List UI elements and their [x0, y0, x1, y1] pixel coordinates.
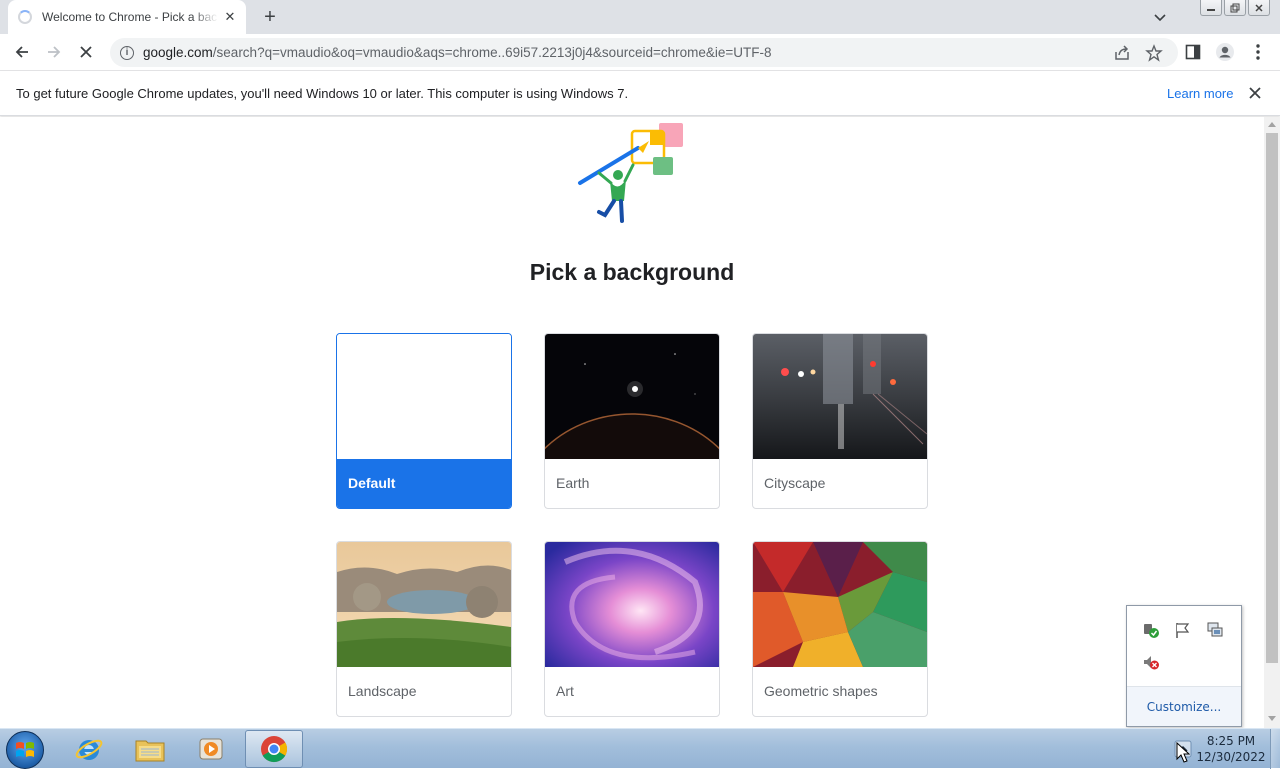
volume-muted-icon[interactable]: [1142, 653, 1160, 671]
tile-label: Default: [337, 459, 511, 508]
scroll-down-arrow-icon[interactable]: [1268, 716, 1276, 721]
background-tile-cityscape[interactable]: Cityscape: [752, 333, 928, 509]
scroll-up-arrow-icon[interactable]: [1268, 122, 1276, 127]
tab-strip: Welcome to Chrome - Pick a background ✕ …: [0, 0, 1280, 34]
infobar-close-icon[interactable]: [1246, 84, 1264, 102]
avatar-icon: [1216, 43, 1234, 61]
bookmark-star-icon[interactable]: [1145, 44, 1163, 62]
url-path: /search?q=vmaudio&oq=vmaudio&aqs=chrome.…: [212, 45, 772, 60]
browser-toolbar: i google.com/search?q=vmaudio&oq=vmaudio…: [0, 34, 1280, 71]
infobar-message: To get future Google Chrome updates, you…: [16, 85, 629, 101]
page-title: Pick a background: [529, 259, 735, 285]
earth-thumbnail: [545, 334, 719, 459]
taskbar-internet-explorer[interactable]: [60, 730, 118, 768]
safely-remove-hardware-icon[interactable]: [1142, 621, 1160, 639]
cityscape-thumbnail: [753, 334, 927, 459]
painter-illustration: [578, 123, 683, 223]
taskbar-clock[interactable]: 8:25 PM 12/30/2022: [1196, 733, 1266, 765]
forward-button[interactable]: [42, 40, 66, 64]
url-host: google.com: [143, 45, 213, 60]
window-controls: [1200, 0, 1270, 16]
loading-spinner-icon: [18, 10, 32, 24]
side-panel-button[interactable]: [1183, 42, 1203, 62]
mouse-cursor-icon: [1176, 742, 1190, 763]
tab-title: Welcome to Chrome - Pick a background: [42, 10, 218, 24]
art-thumbnail: [545, 542, 719, 667]
notification-area-overflow: Customize...: [1126, 605, 1242, 727]
page-scrollbar[interactable]: [1264, 117, 1280, 728]
action-center-flag-icon[interactable]: [1174, 621, 1192, 639]
address-bar[interactable]: i google.com/search?q=vmaudio&oq=vmaudio…: [110, 38, 1178, 67]
back-button[interactable]: [10, 40, 34, 64]
start-button[interactable]: [6, 731, 44, 769]
tab-search-chevron-icon[interactable]: [1151, 8, 1169, 26]
tab-close-icon[interactable]: ✕: [222, 9, 238, 25]
windows-taskbar: 8:25 PM 12/30/2022: [0, 728, 1280, 769]
tile-label: Cityscape: [764, 475, 826, 491]
windows-logo-icon: [16, 742, 34, 757]
welcome-page: Pick a background Default Earth Cityscap…: [0, 117, 1264, 728]
tab-welcome[interactable]: Welcome to Chrome - Pick a background ✕: [8, 0, 246, 34]
network-icon[interactable]: [1206, 621, 1224, 639]
tile-label: Art: [556, 683, 574, 699]
menu-button[interactable]: [1248, 42, 1268, 62]
url-text[interactable]: google.com/search?q=vmaudio&oq=vmaudio&a…: [143, 45, 772, 60]
media-player-icon: [199, 738, 223, 760]
background-tile-default[interactable]: Default: [336, 333, 512, 509]
close-icon: [80, 46, 92, 58]
site-info-icon[interactable]: i: [120, 45, 134, 60]
folder-icon: [135, 740, 165, 762]
learn-more-link[interactable]: Learn more: [1167, 86, 1233, 101]
background-tile-geometric-shapes[interactable]: Geometric shapes: [752, 541, 928, 717]
restore-button[interactable]: [1224, 0, 1246, 16]
minimize-button[interactable]: [1200, 0, 1222, 16]
customize-link[interactable]: Customize...: [1147, 700, 1221, 714]
chrome-icon: [261, 736, 288, 763]
new-tab-button[interactable]: +: [258, 6, 282, 28]
profile-button[interactable]: [1215, 42, 1235, 62]
scroll-thumb[interactable]: [1266, 133, 1278, 663]
clock-date: 12/30/2022: [1196, 750, 1266, 764]
tile-label: Earth: [556, 475, 590, 491]
background-tile-earth[interactable]: Earth: [544, 333, 720, 509]
tray-icons-grid: [1127, 606, 1241, 686]
tile-label: Geometric shapes: [764, 683, 878, 699]
tray-footer: Customize...: [1127, 686, 1241, 726]
arrow-right-icon: [48, 46, 61, 58]
background-tile-art[interactable]: Art: [544, 541, 720, 717]
taskbar-windows-explorer[interactable]: [121, 730, 179, 768]
taskbar-google-chrome[interactable]: [245, 730, 303, 768]
share-icon[interactable]: [1113, 44, 1131, 62]
internet-explorer-icon: [75, 739, 103, 760]
show-desktop-button[interactable]: [1270, 729, 1280, 769]
taskbar-media-player[interactable]: [182, 730, 240, 768]
tile-label: Landscape: [348, 683, 417, 699]
arrow-left-icon: [15, 46, 28, 58]
clock-time: 8:25 PM: [1206, 734, 1256, 748]
geometric-shapes-thumbnail: [753, 542, 927, 667]
landscape-thumbnail: [337, 542, 511, 667]
default-thumbnail: [337, 334, 511, 459]
stop-loading-button[interactable]: [74, 40, 98, 64]
update-infobar: To get future Google Chrome updates, you…: [0, 71, 1280, 116]
close-window-button[interactable]: [1248, 0, 1270, 16]
background-tile-landscape[interactable]: Landscape: [336, 541, 512, 717]
side-panel-icon: [1185, 44, 1201, 60]
more-vert-icon: [1256, 44, 1260, 60]
